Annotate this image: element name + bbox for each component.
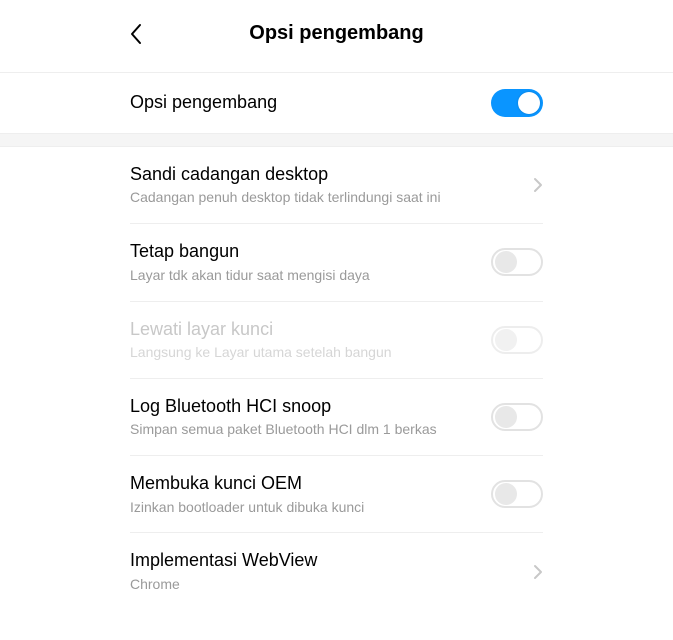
- master-toggle-row[interactable]: Opsi pengembang: [130, 73, 543, 133]
- toggle-switch: [491, 326, 543, 354]
- settings-list: Sandi cadangan desktop Cadangan penuh des…: [0, 147, 673, 610]
- section-gap: [0, 133, 673, 147]
- settings-row[interactable]: Implementasi WebView Chrome: [130, 533, 543, 609]
- master-toggle-label: Opsi pengembang: [130, 91, 471, 114]
- toggle-switch[interactable]: [491, 248, 543, 276]
- settings-row-title: Log Bluetooth HCI snoop: [130, 395, 471, 418]
- settings-row-subtitle: Simpan semua paket Bluetooth HCI dlm 1 b…: [130, 420, 471, 439]
- settings-row-subtitle: Izinkan bootloader untuk dibuka kunci: [130, 498, 471, 517]
- settings-row-subtitle: Layar tdk akan tidur saat mengisi daya: [130, 266, 471, 285]
- settings-row[interactable]: Tetap bangun Layar tdk akan tidur saat me…: [130, 224, 543, 300]
- developer-options-screen: Opsi pengembang Opsi pengembang Sandi ca…: [0, 0, 673, 640]
- toggle-switch[interactable]: [491, 480, 543, 508]
- settings-row-subtitle: Chrome: [130, 575, 513, 594]
- page-title: Opsi pengembang: [0, 22, 673, 45]
- chevron-right-icon: [533, 177, 543, 193]
- chevron-right-icon: [533, 564, 543, 580]
- settings-row: Lewati layar kunci Langsung ke Layar utam…: [130, 302, 543, 378]
- settings-row-title: Implementasi WebView: [130, 549, 513, 572]
- settings-row-title: Tetap bangun: [130, 240, 471, 263]
- settings-row-title: Membuka kunci OEM: [130, 472, 471, 495]
- settings-row-subtitle: Langsung ke Layar utama setelah bangun: [130, 343, 471, 362]
- settings-row-title: Lewati layar kunci: [130, 318, 471, 341]
- settings-row[interactable]: Sandi cadangan desktop Cadangan penuh des…: [130, 147, 543, 223]
- settings-row-subtitle: Cadangan penuh desktop tidak terlindungi…: [130, 188, 513, 207]
- header: Opsi pengembang: [0, 0, 673, 72]
- settings-row[interactable]: Membuka kunci OEM Izinkan bootloader untu…: [130, 456, 543, 532]
- settings-row-title: Sandi cadangan desktop: [130, 163, 513, 186]
- toggle-switch[interactable]: [491, 403, 543, 431]
- master-toggle[interactable]: [491, 89, 543, 117]
- settings-row[interactable]: Log Bluetooth HCI snoop Simpan semua pake…: [130, 379, 543, 455]
